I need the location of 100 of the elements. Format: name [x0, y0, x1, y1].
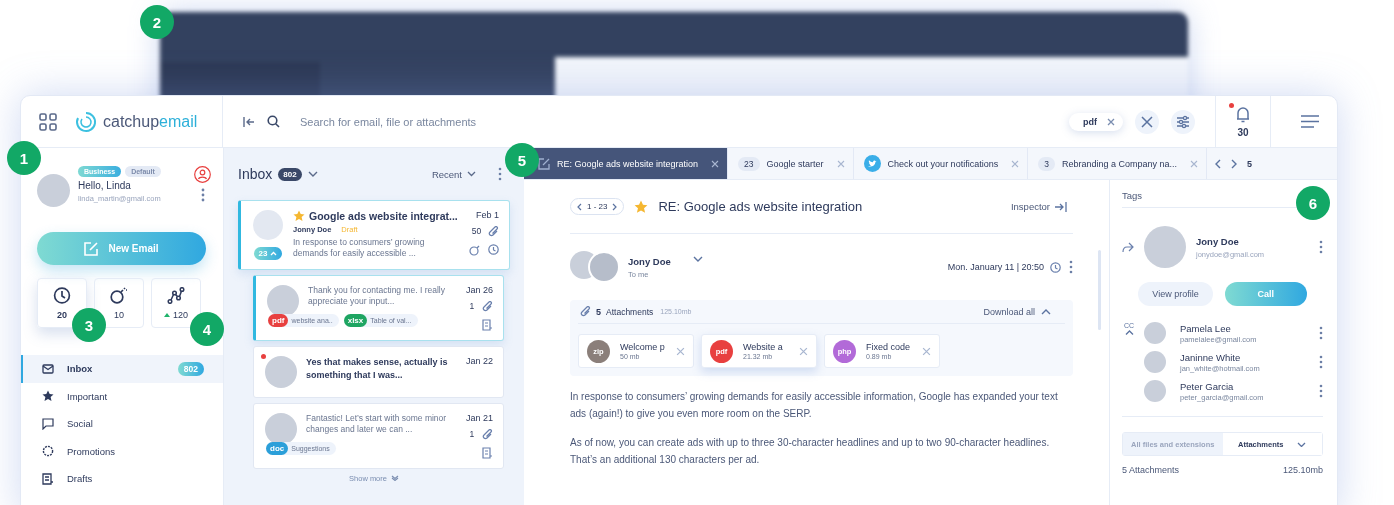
- message-date: Jan 22: [465, 355, 493, 366]
- paperclip-icon: [488, 226, 499, 238]
- bird-icon: [863, 155, 881, 172]
- document-icon[interactable]: [482, 446, 493, 459]
- stat-value: 120: [173, 309, 188, 320]
- more-icon[interactable]: [200, 188, 205, 202]
- nav-item[interactable]: Drafts: [21, 465, 223, 493]
- avatar: [1144, 226, 1186, 268]
- inspector-button[interactable]: Inspector: [1004, 200, 1073, 213]
- close-icon[interactable]: [711, 159, 720, 168]
- next-tab-icon[interactable]: [1230, 158, 1237, 169]
- chevron-up-icon: [270, 250, 278, 256]
- more-icon[interactable]: [1319, 355, 1323, 369]
- tags-label[interactable]: Tags: [1122, 190, 1143, 201]
- clear-search-button[interactable]: [1135, 109, 1159, 134]
- sort-dropdown[interactable]: Recent: [425, 167, 482, 181]
- nav-item[interactable]: Social: [21, 410, 223, 438]
- attachment-count: 5: [596, 306, 601, 317]
- inbox-count: 802: [278, 167, 302, 181]
- close-icon[interactable]: [799, 346, 808, 356]
- previous-icon[interactable]: [577, 202, 582, 211]
- collapse-sidebar-icon[interactable]: [243, 115, 255, 128]
- star-icon[interactable]: [634, 199, 649, 214]
- file-name: Fixed code: [866, 342, 912, 352]
- message-card[interactable]: Yes that makes sense, actually is something that I was... Jan 22: [253, 345, 504, 398]
- chevron-up-icon[interactable]: [1124, 330, 1134, 335]
- more-icon[interactable]: [498, 167, 502, 181]
- contact-name: Peter Garcia: [1180, 380, 1235, 392]
- attachment-count: 1: [469, 428, 475, 441]
- chevron-down-icon[interactable]: [307, 171, 318, 177]
- email-subject: RE: Google ads website integration: [658, 199, 863, 214]
- email-date: Mon. January 11 | 20:50: [947, 262, 1044, 272]
- more-icon[interactable]: [1319, 326, 1323, 340]
- notifications-button[interactable]: 30: [1215, 96, 1271, 147]
- message-date: Jan 21: [465, 412, 493, 423]
- document-icon: [42, 472, 54, 485]
- more-icon[interactable]: [1319, 384, 1323, 398]
- logo-text: catchupemail: [103, 112, 198, 131]
- more-icon[interactable]: [1319, 240, 1323, 254]
- close-icon[interactable]: [1107, 117, 1115, 126]
- up-arrow-icon: [164, 312, 170, 317]
- avatar: [1144, 322, 1166, 344]
- envelope-icon: [42, 362, 54, 375]
- attachments-label: Attachments: [606, 306, 654, 317]
- email-tab[interactable]: 3 Rebranding a Company na...: [1028, 148, 1207, 179]
- menu-icon[interactable]: [1301, 115, 1319, 128]
- stat-value: 20: [57, 309, 67, 320]
- view-profile-button[interactable]: View profile: [1138, 282, 1213, 306]
- attachment-count: 50: [471, 226, 482, 238]
- download-all-button[interactable]: Download all: [977, 305, 1057, 318]
- email-paragraph: As of now, you can create ads with up to three 30-character headlines and up to two 90-character headlines. That’s an additional 130 characters per ad.: [570, 436, 1051, 467]
- bomb-icon: [469, 244, 482, 256]
- chevron-down-icon[interactable]: [692, 256, 703, 262]
- bell-icon: [1236, 105, 1250, 124]
- contact-name: Jony Doe: [1196, 235, 1240, 247]
- avatar: [37, 174, 70, 207]
- sliders-icon: [1176, 114, 1190, 129]
- close-icon[interactable]: [676, 346, 685, 356]
- nav-item[interactable]: Important: [21, 382, 223, 410]
- forward-icon[interactable]: [1122, 241, 1134, 253]
- attachments-size: 125.10mb: [1282, 465, 1323, 475]
- double-chevron-down-icon: [390, 475, 399, 482]
- email-tab[interactable]: 23 Google starter: [728, 148, 854, 179]
- contact-name: Pamela Lee: [1180, 322, 1232, 334]
- search-icon: [267, 115, 280, 128]
- star-icon[interactable]: [293, 210, 305, 222]
- avatar: [265, 355, 297, 388]
- close-icon[interactable]: [922, 346, 931, 356]
- inbox-title: Inbox: [238, 166, 273, 182]
- file-name: Welcome p: [620, 342, 666, 352]
- step-number-badge: 1: [7, 141, 41, 175]
- more-icon[interactable]: [1069, 260, 1073, 274]
- nav-item[interactable]: Inbox 802: [21, 355, 223, 383]
- document-icon[interactable]: [482, 318, 493, 331]
- filter-settings-button[interactable]: [1171, 109, 1195, 134]
- star-icon: [42, 390, 54, 403]
- person-icon[interactable]: [194, 166, 211, 183]
- chat-bubble-icon: [42, 417, 54, 430]
- step-number-badge: 2: [140, 5, 174, 39]
- message-preview: Fantastic! Let’s start with some minor changes and later we can ...: [306, 412, 448, 436]
- filter-chip[interactable]: pdf: [1069, 112, 1123, 131]
- previous-tab-icon[interactable]: [1214, 158, 1221, 169]
- tab-count: 5: [1246, 158, 1252, 169]
- message-preview: Thank you for contacting me. I really appreciate your input...: [308, 284, 446, 308]
- paperclip-icon: [482, 300, 493, 313]
- search-field[interactable]: Search for email, file or attachments: [292, 109, 1057, 134]
- clock-icon: [1050, 261, 1061, 273]
- avatar: [253, 210, 283, 240]
- close-icon: [1141, 115, 1153, 128]
- message-preview: Yes that makes sense, actually is something that I was...: [306, 355, 449, 383]
- attachment-count: 1: [469, 300, 475, 313]
- paperclip-icon: [482, 428, 493, 441]
- chevron-up-icon: [1041, 308, 1051, 315]
- clock-icon: [488, 244, 499, 255]
- email-tab[interactable]: Check out your notifications: [853, 148, 1029, 179]
- avatar: [267, 284, 299, 317]
- nav-item[interactable]: Promotions: [21, 437, 223, 465]
- next-icon[interactable]: [612, 202, 618, 211]
- badge-icon: [42, 445, 54, 458]
- apps-grid-icon[interactable]: [39, 112, 57, 131]
